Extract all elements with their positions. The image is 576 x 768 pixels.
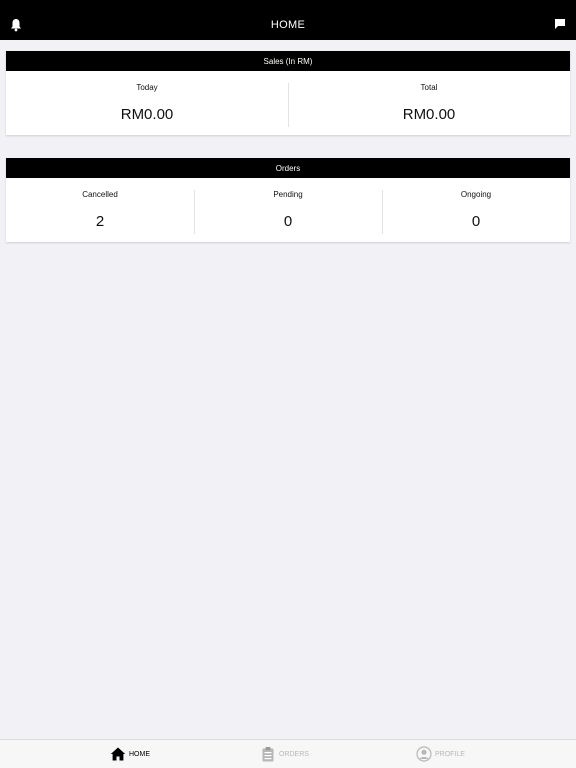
orders-pending: Pending 0 <box>194 178 382 242</box>
orders-ongoing-value: 0 <box>471 213 481 230</box>
orders-ongoing: Ongoing 0 <box>382 178 570 242</box>
tab-profile-label: PROFILE <box>435 750 465 758</box>
sales-today-label: Today <box>136 83 158 92</box>
sales-total: Total RM0.00 <box>288 71 570 135</box>
orders-pending-label: Pending <box>273 190 303 199</box>
sales-total-label: Total <box>420 83 438 92</box>
chat-icon[interactable] <box>554 18 566 30</box>
page-title: HOME <box>270 19 306 31</box>
orders-cancelled-label: Cancelled <box>82 190 118 199</box>
sales-today: Today RM0.00 <box>6 71 288 135</box>
user-icon <box>416 746 432 762</box>
sales-card: Sales (In RM) Today RM0.00 Total RM0.00 <box>6 51 570 135</box>
home-icon <box>110 747 126 761</box>
orders-cancelled-value: 2 <box>95 213 105 230</box>
orders-card-title: Orders <box>6 158 570 178</box>
sales-today-value: RM0.00 <box>120 106 174 123</box>
tab-home-label: HOME <box>129 750 150 758</box>
sales-card-title: Sales (In RM) <box>6 51 570 71</box>
tab-bar: HOME ORDERS PROFILE <box>0 739 576 768</box>
tab-orders-label: ORDERS <box>279 750 309 758</box>
tab-orders[interactable]: ORDERS <box>260 746 309 762</box>
sales-total-value: RM0.00 <box>402 106 456 123</box>
orders-pending-value: 0 <box>283 213 293 230</box>
clipboard-icon <box>262 747 274 762</box>
top-bar: HOME <box>0 0 576 40</box>
orders-cancelled: Cancelled 2 <box>6 178 194 242</box>
bell-icon[interactable] <box>10 18 22 32</box>
tab-home[interactable]: HOME <box>110 746 150 762</box>
orders-ongoing-label: Ongoing <box>460 190 492 199</box>
orders-card: Orders Cancelled 2 Pending 0 Ongoing 0 <box>6 158 570 242</box>
tab-profile[interactable]: PROFILE <box>416 746 465 762</box>
